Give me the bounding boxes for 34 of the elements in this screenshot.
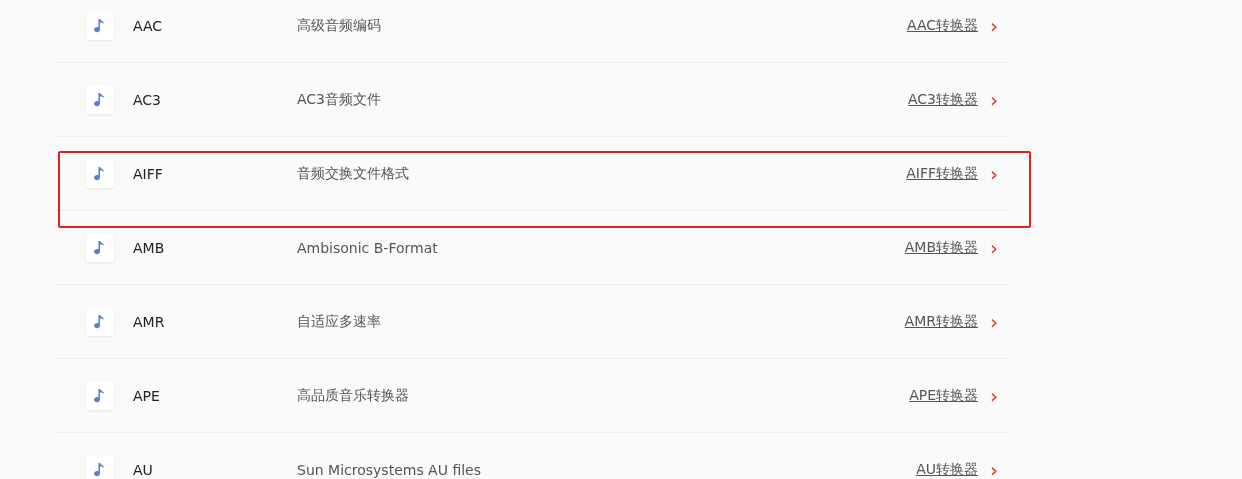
format-name: AAC (133, 17, 164, 34)
format-description: 音频交换文件格式 (297, 164, 410, 183)
music-note-icon (86, 159, 114, 188)
chevron-icon: › (990, 311, 998, 332)
format-name: AU (133, 461, 154, 478)
format-description: Ambisonic B-Format (297, 239, 439, 256)
format-name: AC3 (133, 91, 162, 108)
format-description: 高级音频编码 (297, 16, 382, 35)
chevron-icon: › (990, 89, 998, 110)
format-description: 高品质音乐转换器 (297, 386, 410, 405)
format-description: Sun Microsystems AU files (297, 461, 482, 478)
chevron-icon: › (990, 385, 998, 406)
converter-link[interactable]: APE转换器 (909, 386, 978, 405)
chevron-icon: › (990, 459, 998, 479)
converter-link[interactable]: AC3转换器 (908, 90, 978, 109)
format-name: AIFF (133, 165, 164, 182)
chevron-icon: › (990, 237, 998, 258)
converter-link[interactable]: AU转换器 (916, 460, 978, 479)
format-description: 自适应多速率 (297, 312, 382, 331)
converter-link[interactable]: AMR转换器 (904, 312, 978, 331)
music-note-icon (86, 85, 114, 114)
converter-link[interactable]: AAC转换器 (906, 16, 978, 35)
chevron-icon: › (990, 15, 998, 36)
music-note-icon (86, 307, 114, 336)
music-note-icon (86, 381, 114, 410)
music-note-icon (86, 233, 114, 262)
format-name: APE (133, 387, 161, 404)
format-description: AC3音频文件 (297, 90, 382, 109)
format-name: AMB (133, 239, 166, 256)
format-name: AMR (133, 313, 166, 330)
chevron-icon: › (990, 163, 998, 184)
converter-link[interactable]: AMB转换器 (904, 238, 978, 257)
converter-link[interactable]: AIFF转换器 (906, 164, 978, 183)
music-note-icon (86, 11, 114, 40)
